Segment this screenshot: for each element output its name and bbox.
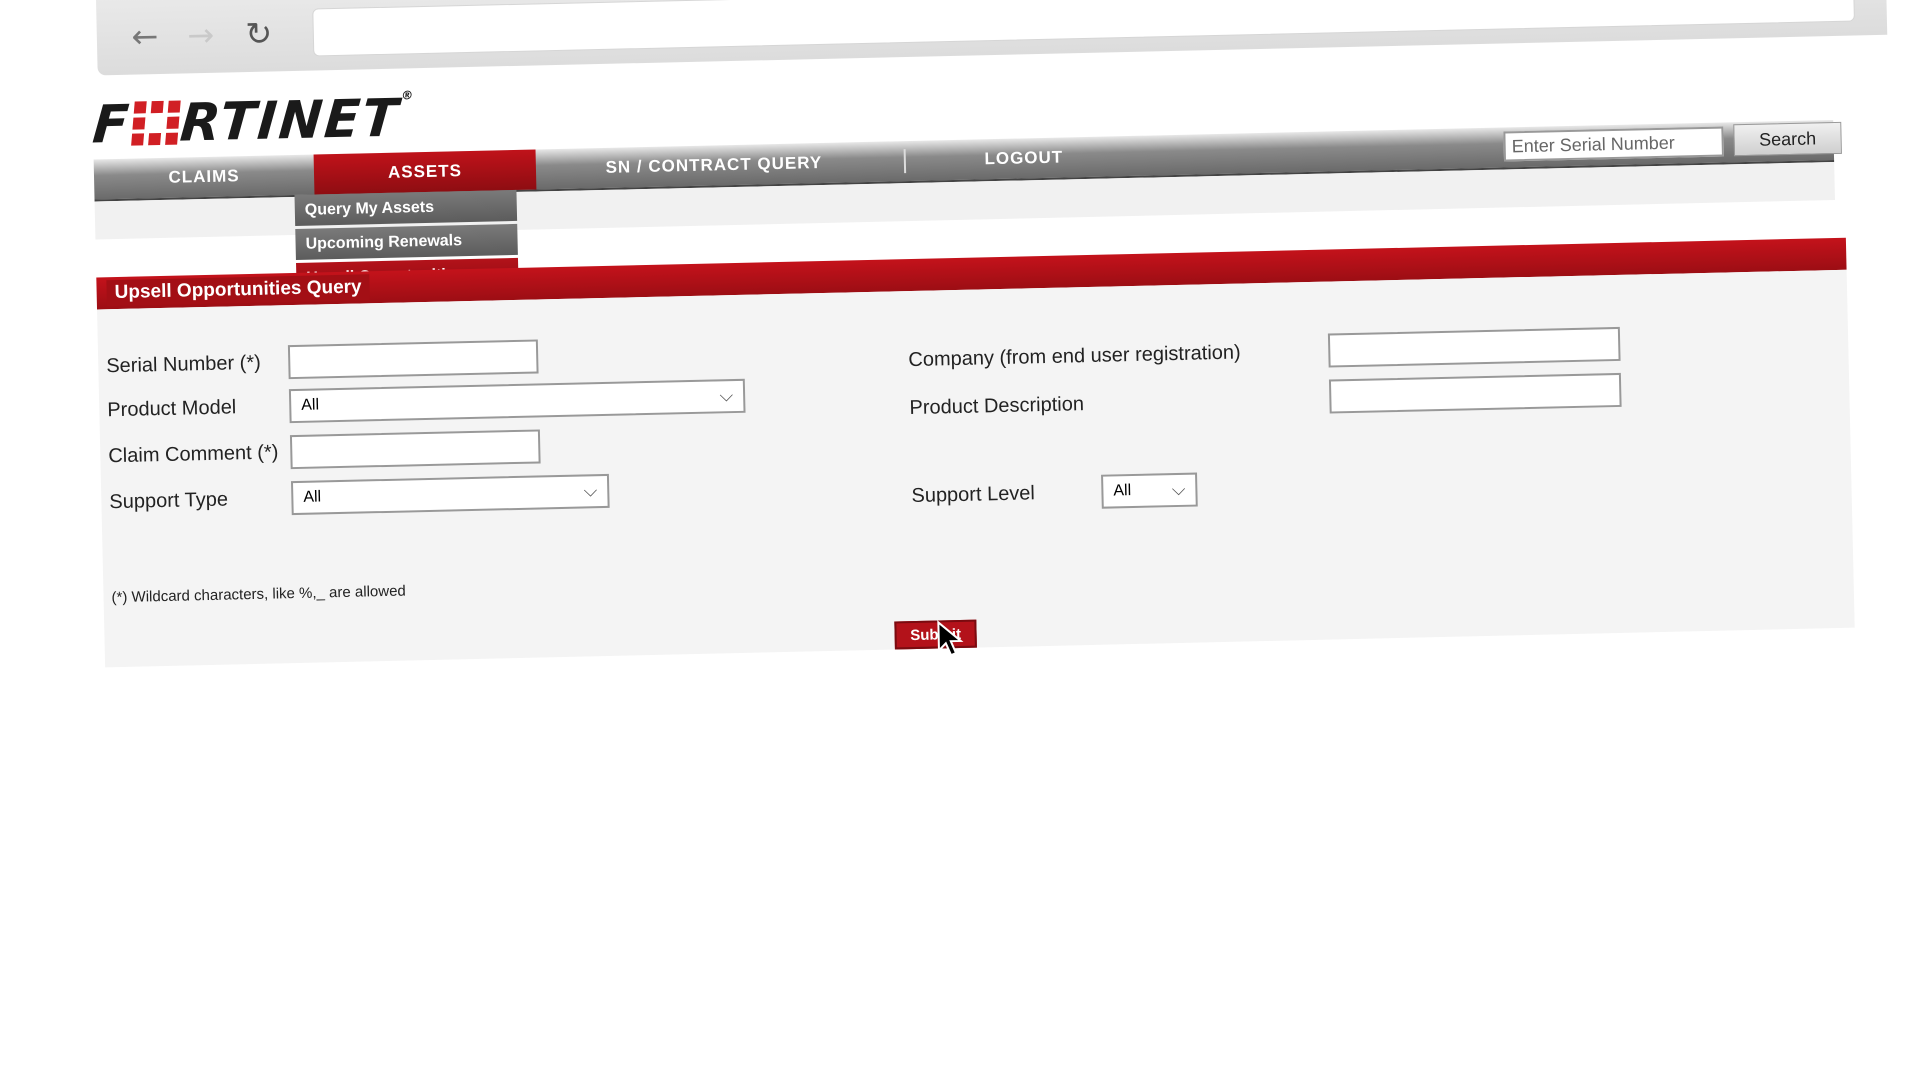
support-level-value: All [1113, 482, 1132, 500]
serial-number-input[interactable] [287, 339, 539, 380]
search-button[interactable]: Search [1733, 121, 1842, 157]
forward-arrow-icon[interactable]: → [180, 15, 221, 56]
back-arrow-icon[interactable]: ← [124, 16, 165, 57]
screen: ← → ↻ F RTINET® CLAIMS ASSETS SN / CONTR… [0, 0, 1920, 1080]
registered-mark: ® [400, 88, 416, 103]
support-type-select[interactable]: All ⌵ [290, 473, 610, 516]
support-type-label: Support Type [109, 488, 229, 514]
nav-claims[interactable]: CLAIMS [94, 155, 315, 200]
chevron-down-icon: ⌵ [719, 385, 734, 407]
support-type-value: All [303, 488, 322, 506]
mouse-cursor-icon [937, 620, 964, 657]
product-model-label: Product Model [107, 396, 237, 422]
claim-comment-input[interactable] [289, 429, 541, 470]
nav-logout[interactable]: LOGOUT [923, 136, 1124, 181]
support-level-label: Support Level [911, 482, 1036, 508]
product-description-label: Product Description [909, 393, 1085, 420]
logo-letters-rest: RTINET [177, 88, 402, 154]
submenu-query-my-assets[interactable]: Query My Assets [294, 189, 518, 226]
product-description-input[interactable] [1328, 372, 1622, 414]
nav-sn-contract-query[interactable]: SN / CONTRACT QUERY [544, 142, 885, 190]
browser-toolbar: ← → ↻ [95, 0, 1888, 76]
product-model-value: All [301, 396, 320, 414]
chevron-down-icon: ⌵ [1171, 478, 1186, 501]
nav-separator [903, 149, 907, 174]
address-bar[interactable] [312, 0, 1855, 57]
claim-comment-label: Claim Comment (*) [108, 441, 279, 468]
fortinet-o-mark-icon [130, 100, 181, 146]
chevron-down-icon: ⌵ [583, 480, 598, 502]
browser-page: ← → ↻ F RTINET® CLAIMS ASSETS SN / CONTR… [70, 0, 1888, 700]
support-level-select[interactable]: All ⌵ [1101, 472, 1198, 509]
company-input[interactable] [1327, 326, 1621, 368]
nav-assets[interactable]: ASSETS [313, 149, 537, 195]
logo-letter-f: F [90, 94, 133, 156]
serial-search-input[interactable] [1503, 126, 1724, 162]
serial-number-label: Serial Number (*) [106, 351, 262, 378]
submenu-upcoming-renewals[interactable]: Upcoming Renewals [295, 223, 518, 260]
fortinet-logo: F RTINET® [90, 88, 415, 155]
reload-icon[interactable]: ↻ [238, 13, 279, 54]
